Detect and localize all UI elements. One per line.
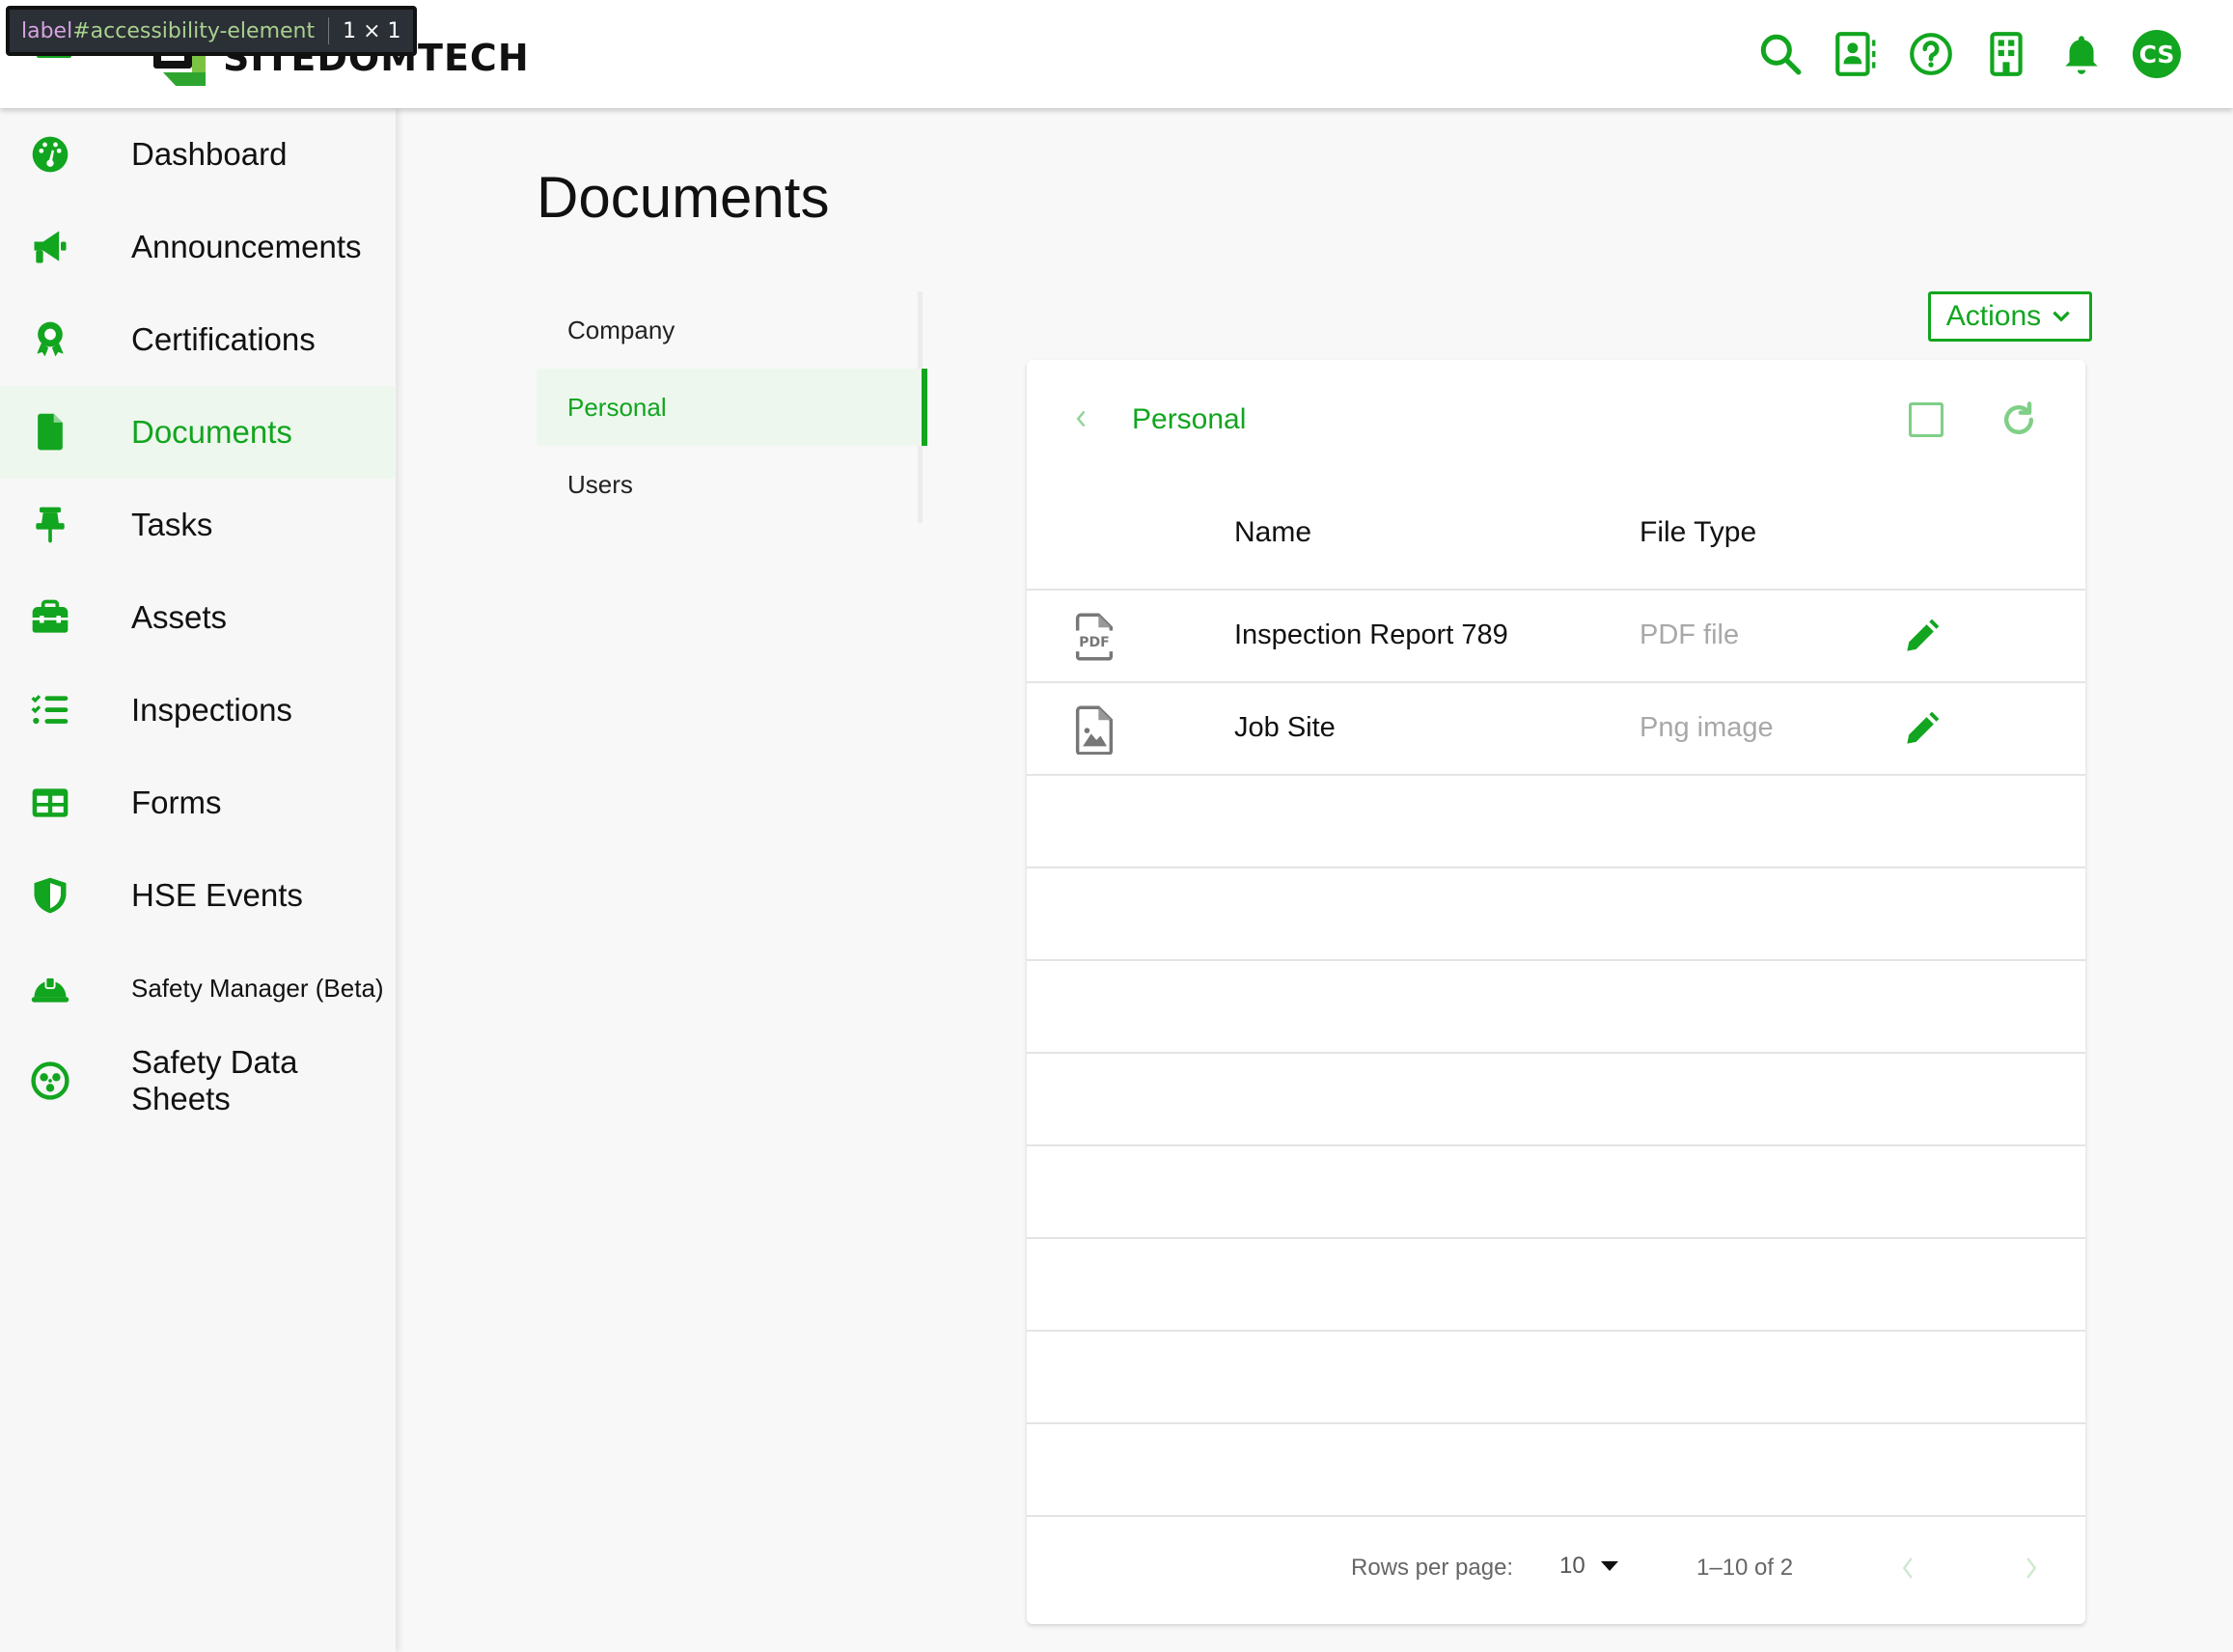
help-icon [1910, 33, 1952, 75]
svg-text:PDF: PDF [1079, 635, 1110, 650]
empty-table-row [1027, 868, 2085, 961]
search-button[interactable] [1743, 25, 1818, 83]
sidebar-item-announcements[interactable]: Announcements [0, 201, 396, 293]
hardhat-icon [27, 965, 73, 1011]
documents-subnav: Company Personal Users [537, 291, 927, 523]
card-header: Personal [1027, 360, 2085, 481]
building-icon [1990, 32, 2023, 76]
empty-table-row [1027, 776, 2085, 868]
sidebar-item-label: Announcements [131, 229, 362, 264]
company-button[interactable] [1969, 25, 2044, 83]
header-actions: CS [1743, 25, 2194, 83]
sidebar-item-label: Tasks [131, 507, 213, 542]
subnav-personal[interactable]: Personal [537, 369, 927, 446]
checklist-icon [27, 687, 73, 733]
empty-table-row [1027, 1332, 2085, 1424]
rows-per-page-value: 10 [1559, 1553, 1585, 1579]
sidebar-item-label: Certifications [131, 321, 316, 357]
empty-table-row [1027, 1146, 2085, 1239]
notifications-button[interactable] [2044, 25, 2119, 83]
sidebar-item-label: Safety Data Sheets [131, 1044, 298, 1116]
table-row[interactable]: PDF Inspection Report 789 PDF file [1027, 591, 2085, 683]
sidebar-item-safety-manager[interactable]: Safety Manager (Beta) [0, 942, 396, 1034]
pdf-file-icon: PDF [1075, 613, 1114, 661]
empty-table-row [1027, 1424, 2085, 1517]
select-all-checkbox[interactable] [1909, 402, 1944, 437]
megaphone-icon [27, 224, 73, 270]
pagination: Rows per page: 10 1–10 of 2 [1027, 1516, 2085, 1624]
actions-label: Actions [1945, 300, 2042, 332]
next-page-icon[interactable] [2017, 1549, 2046, 1587]
sidebar-item-label: Dashboard [131, 136, 288, 172]
rows-per-page-select[interactable]: 10 [1559, 1553, 1618, 1580]
sidebar-item-label: Assets [131, 599, 228, 635]
user-avatar-button[interactable]: CS [2119, 25, 2194, 83]
pencil-icon[interactable] [1900, 708, 1943, 751]
sidebar-item-forms[interactable]: Forms [0, 757, 396, 849]
subnav-company[interactable]: Company [537, 291, 923, 369]
page-title: Documents [537, 165, 830, 230]
tooltip-id: #accessibility-element [72, 18, 316, 43]
documents-table-card: Personal Name File Type PDF Inspection R… [1027, 360, 2085, 1624]
sidebar-item-label: Forms [131, 785, 222, 820]
toolbox-icon [27, 594, 73, 641]
sidebar-item-tasks[interactable]: Tasks [0, 479, 396, 571]
empty-table-row [1027, 1054, 2085, 1146]
file-type: PDF file [1640, 620, 1740, 650]
sidebar-item-hse-events[interactable]: HSE Events [0, 849, 396, 942]
sidebar-item-label: HSE Events [131, 877, 303, 913]
avatar: CS [2133, 30, 2181, 78]
sidebar-item-label: Documents [131, 414, 292, 450]
file-type: Png image [1640, 712, 1774, 743]
table-icon [27, 780, 73, 826]
dashboard-icon [27, 131, 73, 178]
subnav-users[interactable]: Users [537, 446, 923, 523]
sidebar-item-label: Safety Manager (Beta) [131, 973, 384, 1003]
image-file-icon [1075, 705, 1114, 755]
caret-down-icon [1600, 1561, 1618, 1571]
sidebar-item-label: Inspections [131, 692, 292, 728]
search-icon [1760, 34, 1802, 75]
tooltip-separator [328, 17, 330, 44]
column-header-name[interactable]: Name [1234, 516, 1311, 549]
sidebar-nav: Dashboard Announcements Certifications D… [0, 108, 396, 1652]
empty-table-row [1027, 961, 2085, 1054]
file-name[interactable]: Inspection Report 789 [1234, 620, 1508, 651]
document-icon [27, 409, 73, 455]
empty-table-row [1027, 1239, 2085, 1332]
back-chevron-icon[interactable] [1067, 404, 1096, 433]
devtools-tooltip: label #accessibility-element 1 × 1 [6, 6, 417, 56]
pencil-icon[interactable] [1900, 616, 1943, 658]
hazard-icon [27, 1058, 73, 1104]
tooltip-tag: label [21, 18, 73, 43]
sidebar-item-inspections[interactable]: Inspections [0, 664, 396, 757]
shield-icon [27, 872, 73, 919]
contacts-button[interactable] [1818, 25, 1893, 83]
rows-per-page-label: Rows per page: [1351, 1555, 1514, 1581]
refresh-icon[interactable] [1998, 399, 2040, 441]
chevron-down-icon [2053, 311, 2070, 322]
sidebar-item-documents[interactable]: Documents [0, 386, 396, 479]
file-name[interactable]: Job Site [1234, 712, 1336, 744]
sidebar-item-dashboard[interactable]: Dashboard [0, 108, 396, 201]
sidebar-item-safety-data-sheets[interactable]: Safety Data Sheets [0, 1034, 396, 1127]
bell-icon [2065, 36, 2098, 74]
help-button[interactable] [1893, 25, 1969, 83]
sidebar-item-certifications[interactable]: Certifications [0, 293, 396, 386]
contacts-icon [1835, 32, 1876, 76]
column-header-file-type[interactable]: File Type [1640, 516, 1756, 549]
folder-title: Personal [1132, 403, 1247, 435]
award-icon [27, 317, 73, 363]
previous-page-icon[interactable] [1893, 1549, 1922, 1587]
tooltip-size: 1 × 1 [343, 18, 401, 43]
pagination-range: 1–10 of 2 [1696, 1555, 1794, 1581]
actions-dropdown-button[interactable]: Actions [1928, 291, 2092, 342]
table-row[interactable]: Job Site Png image [1027, 683, 2085, 776]
pushpin-icon [27, 502, 73, 548]
sidebar-item-assets[interactable]: Assets [0, 571, 396, 664]
